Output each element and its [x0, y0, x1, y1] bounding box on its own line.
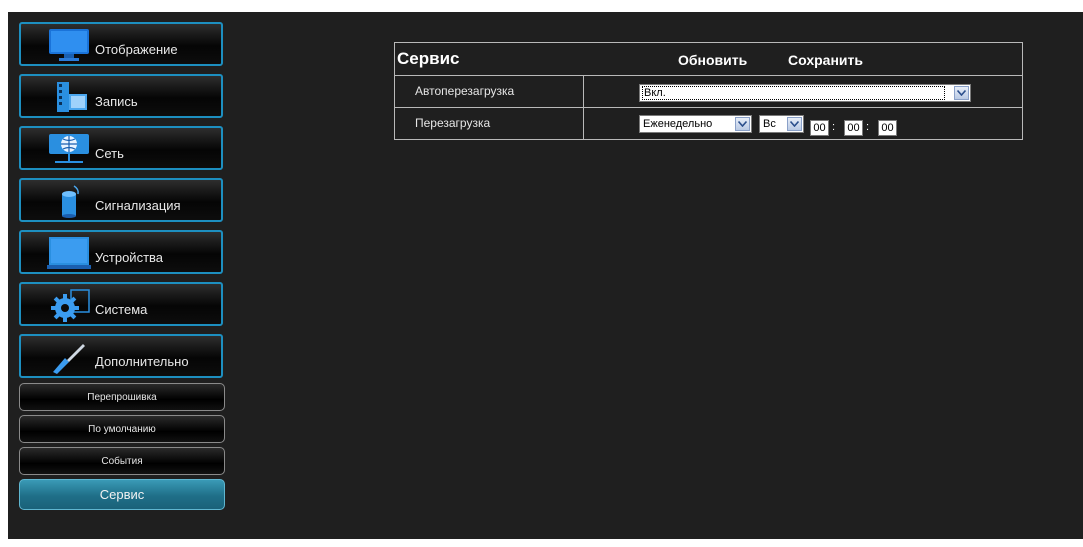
sidebar-item-record[interactable]: Запись: [19, 74, 223, 118]
sidebar-item-label: Система: [95, 301, 148, 317]
sidebar-subitem-events[interactable]: События: [19, 447, 225, 475]
reboot-day-select[interactable]: Вс: [759, 115, 804, 133]
alarm-icon: [47, 182, 91, 218]
monitor-icon: [47, 26, 91, 62]
sidebar-subitem-defaults[interactable]: По умолчанию: [19, 415, 225, 443]
sidebar-item-network[interactable]: Сеть: [19, 126, 223, 170]
film-icon: [47, 78, 91, 114]
sidebar-item-label: Отображение: [95, 41, 178, 57]
reboot-minute-input[interactable]: 00: [844, 120, 863, 136]
auto-reboot-select[interactable]: Вкл.: [639, 84, 971, 102]
sidebar-item-label: Сеть: [95, 145, 124, 161]
sidebar-subitem-firmware[interactable]: Перепрошивка: [19, 383, 225, 411]
auto-reboot-row: Автоперезагрузка Вкл.: [395, 76, 1022, 108]
sidebar-item-system[interactable]: Система: [19, 282, 223, 326]
sidebar-item-advanced[interactable]: Дополнительно: [19, 334, 223, 378]
sidebar-item-label: Дополнительно: [95, 353, 189, 369]
sidebar-item-alarm[interactable]: Сигнализация: [19, 178, 223, 222]
sidebar-subitem-label: Сервис: [99, 487, 145, 502]
panel-header: Сервис Обновить Сохранить: [395, 43, 1022, 76]
page-title: Сервис: [397, 49, 460, 68]
reboot-schedule-row: Перезагрузка Еженедельно Вс 00 : 00 : 00: [395, 108, 1022, 139]
chevron-down-icon[interactable]: [954, 86, 969, 100]
device-icon: [47, 234, 91, 270]
time-separator: :: [832, 121, 836, 133]
sidebar-subitem-label: Перепрошивка: [87, 391, 157, 403]
chevron-down-icon[interactable]: [735, 117, 750, 131]
reboot-label: Перезагрузка: [415, 116, 491, 130]
column-divider: [583, 76, 584, 107]
sidebar: Отображение Запись Сеть Сигнализация Уст…: [19, 22, 249, 514]
sidebar-item-label: Запись: [95, 93, 138, 109]
refresh-button[interactable]: Обновить: [678, 52, 747, 68]
network-icon: [47, 130, 91, 166]
auto-reboot-label: Автоперезагрузка: [415, 84, 515, 98]
sidebar-item-devices[interactable]: Устройства: [19, 230, 223, 274]
sidebar-item-label: Устройства: [95, 249, 164, 265]
screwdriver-icon: [47, 338, 91, 374]
time-separator: :: [866, 121, 870, 133]
sidebar-item-label: Сигнализация: [95, 197, 181, 213]
chevron-down-icon[interactable]: [787, 117, 802, 131]
service-panel: Сервис Обновить Сохранить Автоперезагруз…: [394, 42, 1023, 140]
sidebar-item-display[interactable]: Отображение: [19, 22, 223, 66]
sidebar-subitem-label: По умолчанию: [88, 423, 156, 435]
auto-reboot-value: Вкл.: [642, 86, 945, 100]
reboot-second-input[interactable]: 00: [878, 120, 897, 136]
save-button[interactable]: Сохранить: [788, 52, 863, 68]
sidebar-subitem-service[interactable]: Сервис: [19, 479, 225, 510]
gear-icon: [47, 286, 91, 322]
reboot-hour-input[interactable]: 00: [810, 120, 829, 136]
reboot-frequency-select[interactable]: Еженедельно: [639, 115, 752, 133]
reboot-day-value: Вс: [763, 118, 776, 130]
column-divider: [583, 108, 584, 139]
sidebar-subitem-label: События: [101, 455, 143, 467]
reboot-frequency-value: Еженедельно: [643, 118, 713, 130]
